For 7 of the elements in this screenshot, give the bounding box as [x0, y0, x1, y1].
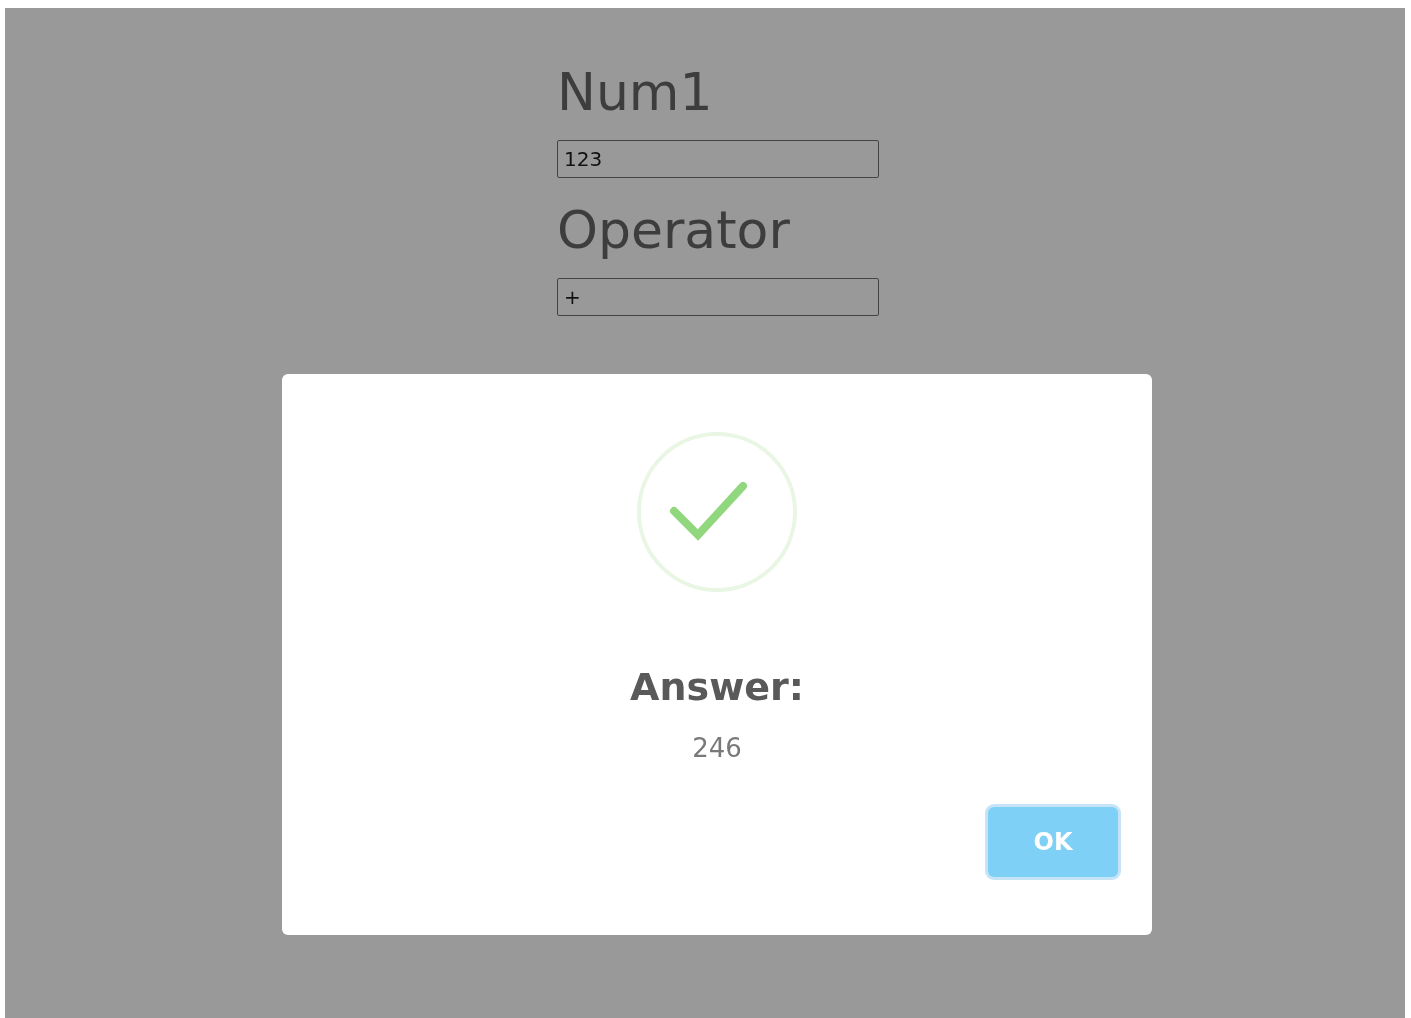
- field-label: Num1: [557, 61, 713, 124]
- dialog-title: Answer:: [630, 665, 804, 709]
- field-label: Operator: [557, 199, 790, 262]
- input-field[interactable]: 123: [557, 140, 879, 178]
- check-icon: [636, 431, 798, 593]
- dialog-message: 246: [692, 733, 742, 763]
- input-field[interactable]: +: [557, 278, 879, 316]
